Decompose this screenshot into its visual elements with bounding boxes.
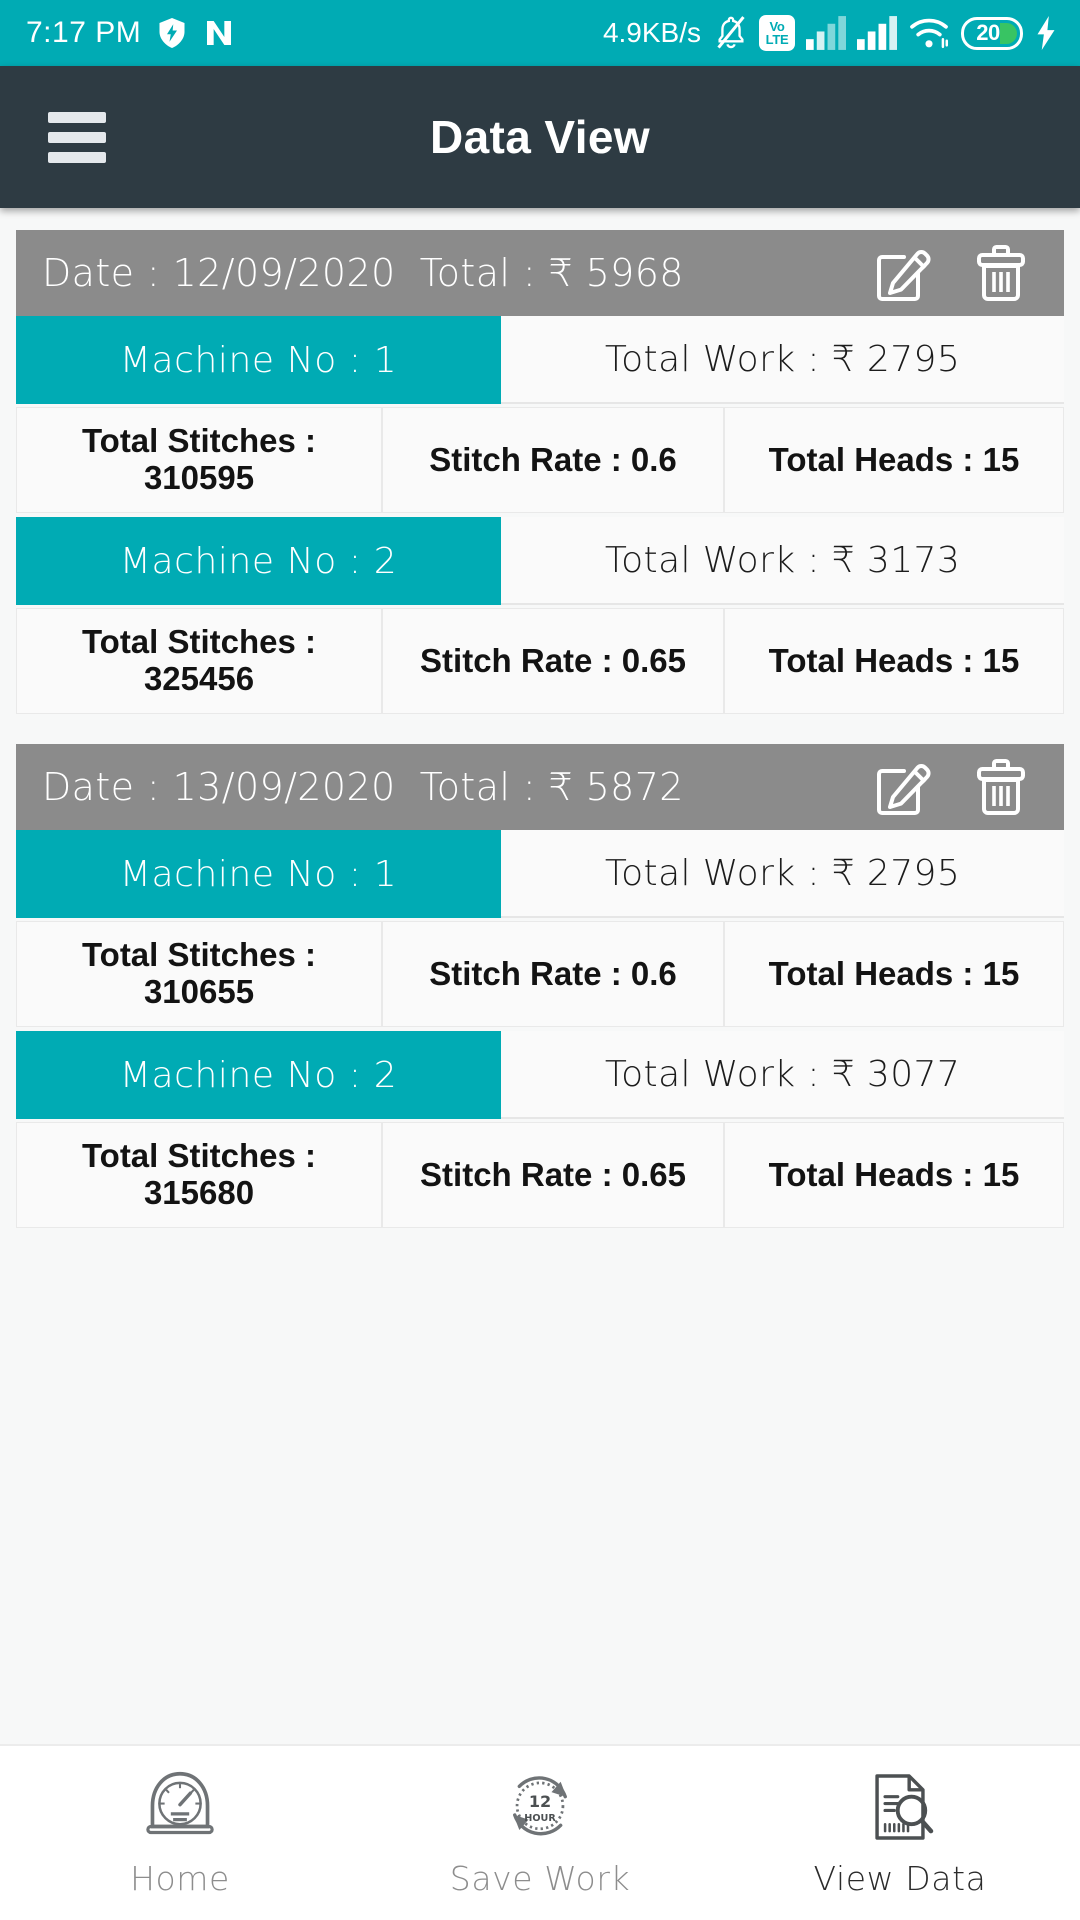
nav-label-save-work: Save Work bbox=[449, 1858, 631, 1898]
machine-number-cell: Machine No : 2 bbox=[16, 1031, 501, 1119]
edit-pencil-icon[interactable] bbox=[876, 244, 932, 302]
speedometer-gauge-icon bbox=[141, 1769, 219, 1845]
battery-level-text: 20 bbox=[976, 20, 1000, 45]
status-bar: 7:17 PM 4.9KB/s Vo LTE 20 bbox=[0, 0, 1080, 66]
trash-delete-icon[interactable] bbox=[976, 758, 1026, 816]
total-heads-cell: Total Heads : 15 bbox=[724, 407, 1064, 513]
trash-delete-icon[interactable] bbox=[976, 244, 1026, 302]
machine-number-cell: Machine No : 1 bbox=[16, 316, 501, 404]
twelve-hour-clock-icon: 12 HOUR bbox=[501, 1769, 579, 1845]
stitch-rate-cell: Stitch Rate : 0.6 bbox=[382, 407, 724, 513]
machine-detail-row: Total Stitches : 315680 Stitch Rate : 0.… bbox=[16, 1122, 1064, 1228]
card-header-text: Date : 12/09/2020 Total : ₹ 5968 bbox=[42, 251, 876, 295]
card-header: Date : 12/09/2020 Total : ₹ 5968 bbox=[16, 230, 1064, 316]
machine-number-cell: Machine No : 1 bbox=[16, 830, 501, 918]
nav-item-home[interactable]: Home bbox=[0, 1769, 360, 1898]
nav-label-view-data: View Data bbox=[813, 1858, 987, 1898]
total-work-cell: Total Work : ₹ 2795 bbox=[501, 830, 1064, 918]
volte-bottom-text: LTE bbox=[765, 32, 789, 47]
card-total-label: Total : ₹ 5968 bbox=[419, 251, 684, 295]
nav-item-save-work[interactable]: 12 HOUR Save Work bbox=[360, 1769, 720, 1898]
status-clock: 7:17 PM bbox=[26, 16, 142, 49]
n-logo-icon bbox=[203, 17, 235, 49]
machine-detail-row: Total Stitches : 310595 Stitch Rate : 0.… bbox=[16, 407, 1064, 513]
total-work-cell: Total Work : ₹ 3077 bbox=[501, 1031, 1064, 1119]
hamburger-bar bbox=[48, 131, 106, 143]
hamburger-bar bbox=[48, 111, 106, 123]
total-heads-cell: Total Heads : 15 bbox=[724, 608, 1064, 714]
card-actions bbox=[876, 758, 1050, 816]
machine-row: Machine No : 1 Total Work : ₹ 2795 bbox=[16, 316, 1064, 404]
total-work-cell: Total Work : ₹ 2795 bbox=[501, 316, 1064, 404]
total-heads-cell: Total Heads : 15 bbox=[724, 921, 1064, 1027]
stitch-rate-cell: Stitch Rate : 0.65 bbox=[382, 608, 724, 714]
status-bar-left: 7:17 PM bbox=[26, 16, 235, 50]
page-title: Data View bbox=[429, 111, 651, 163]
svg-text:HOUR: HOUR bbox=[524, 1812, 556, 1823]
bell-muted-icon bbox=[714, 15, 748, 51]
wifi-icon bbox=[908, 16, 950, 50]
document-search-icon bbox=[861, 1769, 939, 1845]
total-stitches-cell: Total Stitches : 310595 bbox=[16, 407, 382, 513]
network-speed-text: 4.9KB/s bbox=[602, 17, 701, 48]
machine-row: Machine No : 2 Total Work : ₹ 3173 bbox=[16, 517, 1064, 605]
status-bar-right: 4.9KB/s Vo LTE 20 bbox=[603, 15, 1058, 51]
app-root: 7:17 PM 4.9KB/s Vo LTE 20 Data View Date… bbox=[0, 0, 1080, 1920]
charging-bolt-icon bbox=[1034, 16, 1058, 50]
stitch-rate-cell: Stitch Rate : 0.65 bbox=[382, 1122, 724, 1228]
total-stitches-cell: Total Stitches : 325456 bbox=[16, 608, 382, 714]
card-header: Date : 13/09/2020 Total : ₹ 5872 bbox=[16, 744, 1064, 830]
bottom-navigation: Home 12 HOUR Save Work View Data bbox=[0, 1744, 1080, 1920]
machine-row: Machine No : 2 Total Work : ₹ 3077 bbox=[16, 1031, 1064, 1119]
nav-item-view-data[interactable]: View Data bbox=[720, 1769, 1080, 1898]
machine-detail-row: Total Stitches : 310655 Stitch Rate : 0.… bbox=[16, 921, 1064, 1027]
total-heads-cell: Total Heads : 15 bbox=[724, 1122, 1064, 1228]
signal-bars-icon-1 bbox=[806, 16, 846, 50]
data-list: Date : 12/09/2020 Total : ₹ 5968 Machine… bbox=[0, 208, 1080, 1744]
machine-number-cell: Machine No : 2 bbox=[16, 517, 501, 605]
card-date-label: Date : 13/09/2020 bbox=[42, 765, 396, 809]
app-bar: Data View bbox=[0, 66, 1080, 208]
nav-label-home: Home bbox=[130, 1858, 230, 1898]
edit-pencil-icon[interactable] bbox=[876, 758, 932, 816]
data-card: Date : 12/09/2020 Total : ₹ 5968 Machine… bbox=[0, 230, 1080, 714]
data-card: Date : 13/09/2020 Total : ₹ 5872 Machine… bbox=[0, 744, 1080, 1228]
card-header-text: Date : 13/09/2020 Total : ₹ 5872 bbox=[42, 765, 876, 809]
machine-detail-row: Total Stitches : 325456 Stitch Rate : 0.… bbox=[16, 608, 1064, 714]
shield-bolt-icon bbox=[157, 16, 187, 50]
hamburger-menu-icon[interactable] bbox=[48, 111, 106, 163]
card-date-label: Date : 12/09/2020 bbox=[42, 251, 396, 295]
stitch-rate-cell: Stitch Rate : 0.6 bbox=[382, 921, 724, 1027]
card-actions bbox=[876, 244, 1050, 302]
total-work-cell: Total Work : ₹ 3173 bbox=[501, 517, 1064, 605]
hamburger-bar bbox=[48, 151, 106, 163]
total-stitches-cell: Total Stitches : 315680 bbox=[16, 1122, 382, 1228]
card-separator bbox=[0, 730, 1080, 744]
signal-bars-icon-2 bbox=[857, 16, 897, 50]
machine-row: Machine No : 1 Total Work : ₹ 2795 bbox=[16, 830, 1064, 918]
svg-text:12: 12 bbox=[529, 1792, 551, 1811]
volte-icon: Vo LTE bbox=[759, 15, 795, 51]
total-stitches-cell: Total Stitches : 310655 bbox=[16, 921, 382, 1027]
battery-indicator: 20 bbox=[961, 16, 1023, 50]
card-total-label: Total : ₹ 5872 bbox=[419, 765, 684, 809]
